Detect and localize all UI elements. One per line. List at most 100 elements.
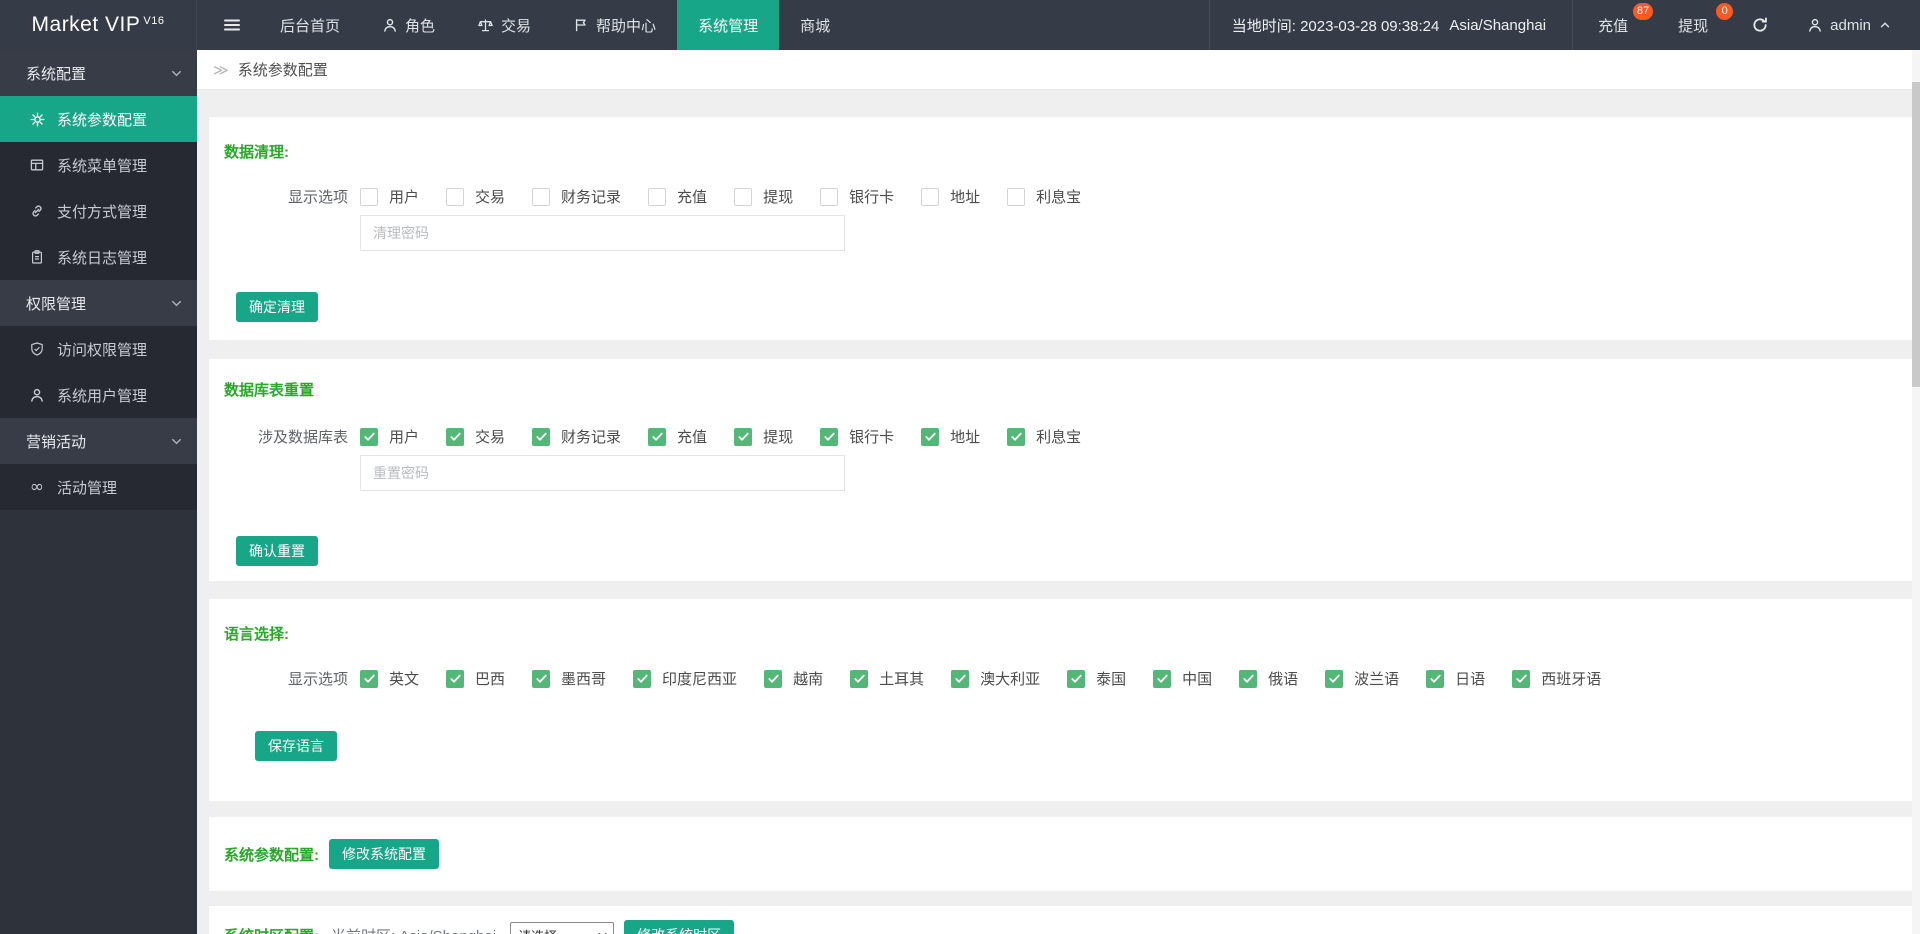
checkbox-unchecked[interactable] — [360, 187, 378, 206]
checkbox-checked[interactable] — [1512, 669, 1531, 688]
checkbox-label: 巴西 — [475, 671, 506, 688]
checkbox-checked[interactable] — [1426, 669, 1445, 688]
checkbox-checked[interactable] — [921, 427, 940, 446]
checkbox-option-波兰语[interactable]: 波兰语 — [1325, 668, 1399, 689]
save-language-button[interactable]: 保存语言 — [255, 731, 337, 761]
checkbox-checked[interactable] — [360, 669, 378, 688]
checkbox-option-澳大利亚[interactable]: 澳大利亚 — [951, 668, 1040, 689]
checkbox-unchecked[interactable] — [921, 187, 940, 206]
checkbox-unchecked[interactable] — [820, 187, 839, 206]
checkbox-option-墨西哥[interactable]: 墨西哥 — [532, 668, 606, 689]
sidebar-item-label: 支付方式管理 — [57, 203, 148, 221]
checkbox-option-用户[interactable]: 用户 — [360, 186, 419, 207]
confirm-reset-button[interactable]: 确认重置 — [236, 536, 318, 566]
checkbox-checked[interactable] — [1325, 669, 1344, 688]
user-menu[interactable]: admin — [1787, 17, 1920, 34]
checkbox-checked[interactable] — [648, 427, 667, 446]
checkbox-option-地址[interactable]: 地址 — [921, 426, 980, 447]
checkbox-option-交易[interactable]: 交易 — [446, 186, 505, 207]
withdraw-link[interactable]: 提现 0 — [1653, 0, 1734, 50]
nav-item-交易[interactable]: 交易 — [456, 0, 552, 50]
checkbox-checked[interactable] — [1153, 669, 1172, 688]
checkbox-checked[interactable] — [1067, 669, 1086, 688]
sidebar-toggle-button[interactable] — [217, 0, 247, 50]
checkbox-option-银行卡[interactable]: 银行卡 — [820, 186, 894, 207]
checkbox-option-越南[interactable]: 越南 — [764, 668, 823, 689]
nav-item-label: 角色 — [405, 17, 436, 35]
checkbox-option-中国[interactable]: 中国 — [1153, 668, 1212, 689]
checkbox-unchecked[interactable] — [648, 187, 667, 206]
clean-password-input[interactable] — [360, 215, 845, 251]
scrollbar-thumb[interactable] — [1912, 82, 1920, 387]
sidebar-item-系统日志管理[interactable]: 系统日志管理 — [0, 234, 197, 280]
checkbox-checked[interactable] — [532, 669, 551, 688]
caret-up-icon — [1878, 18, 1892, 32]
checkbox-unchecked[interactable] — [532, 187, 551, 206]
checkbox-option-交易[interactable]: 交易 — [446, 426, 505, 447]
checkbox-checked[interactable] — [532, 427, 551, 446]
checkbox-unchecked[interactable] — [446, 187, 465, 206]
checkbox-option-地址[interactable]: 地址 — [921, 186, 980, 207]
sidebar-item-活动管理[interactable]: ∞ 活动管理 — [0, 464, 197, 510]
checkbox-option-日语[interactable]: 日语 — [1426, 668, 1485, 689]
nav-item-后台首页[interactable]: 后台首页 — [259, 0, 361, 50]
checkbox-option-银行卡[interactable]: 银行卡 — [820, 426, 894, 447]
checkbox-option-用户[interactable]: 用户 — [360, 426, 419, 447]
checkbox-unchecked[interactable] — [734, 187, 753, 206]
checkbox-option-土耳其[interactable]: 土耳其 — [850, 668, 924, 689]
app-logo[interactable]: Market VIP V16 — [0, 0, 197, 50]
checkbox-option-俄语[interactable]: 俄语 — [1239, 668, 1298, 689]
sidebar-item-访问权限管理[interactable]: 访问权限管理 — [0, 326, 197, 372]
checkbox-checked[interactable] — [446, 669, 465, 688]
sidebar-item-系统用户管理[interactable]: 系统用户管理 — [0, 372, 197, 418]
checkbox-option-提现[interactable]: 提现 — [734, 186, 793, 207]
nav-item-帮助中心[interactable]: 帮助中心 — [552, 0, 677, 50]
sidebar-section-label: 权限管理 — [26, 295, 87, 313]
checkbox-checked[interactable] — [1239, 669, 1258, 688]
checkbox-unchecked[interactable] — [1007, 187, 1026, 206]
nav-item-商城[interactable]: 商城 — [779, 0, 851, 50]
timezone-select[interactable]: 请选择 — [510, 921, 615, 934]
sidebar-item-系统参数配置[interactable]: 系统参数配置 — [0, 96, 197, 142]
checkbox-option-提现[interactable]: 提现 — [734, 426, 793, 447]
modify-timezone-button[interactable]: 修改系统时区 — [624, 920, 735, 934]
sidebar-item-支付方式管理[interactable]: 支付方式管理 — [0, 188, 197, 234]
checkbox-option-英文[interactable]: 英文 — [360, 668, 419, 689]
sidebar-section-营销活动[interactable]: 营销活动 — [0, 418, 197, 464]
scales-icon — [477, 17, 494, 34]
checkbox-option-利息宝[interactable]: 利息宝 — [1007, 426, 1081, 447]
checkbox-checked[interactable] — [360, 427, 378, 446]
confirm-clean-button[interactable]: 确定清理 — [236, 292, 318, 322]
checkbox-option-泰国[interactable]: 泰国 — [1067, 668, 1126, 689]
sidebar-section-label: 营销活动 — [26, 433, 87, 451]
checkbox-label: 提现 — [763, 189, 794, 206]
checkbox-option-财务记录[interactable]: 财务记录 — [532, 426, 621, 447]
refresh-button[interactable] — [1733, 16, 1787, 34]
checkbox-checked[interactable] — [446, 427, 465, 446]
checkbox-option-充值[interactable]: 充值 — [648, 426, 707, 447]
nav-item-系统管理[interactable]: 系统管理 — [677, 0, 780, 50]
nav-item-角色[interactable]: 角色 — [361, 0, 456, 50]
sidebar-item-系统菜单管理[interactable]: 系统菜单管理 — [0, 142, 197, 188]
checkbox-checked[interactable] — [951, 669, 970, 688]
recharge-link[interactable]: 充值 87 — [1573, 0, 1654, 50]
checkbox-checked[interactable] — [633, 669, 652, 688]
checkbox-option-印度尼西亚[interactable]: 印度尼西亚 — [633, 668, 737, 689]
page-scrollbar[interactable] — [1912, 50, 1920, 934]
checkbox-checked[interactable] — [850, 669, 869, 688]
modify-system-config-button[interactable]: 修改系统配置 — [329, 839, 439, 869]
checkbox-checked[interactable] — [764, 669, 783, 688]
checkbox-option-巴西[interactable]: 巴西 — [446, 668, 505, 689]
checkbox-label: 越南 — [793, 671, 824, 688]
checkbox-option-充值[interactable]: 充值 — [648, 186, 707, 207]
checkbox-checked[interactable] — [1007, 427, 1026, 446]
checkbox-option-财务记录[interactable]: 财务记录 — [532, 186, 621, 207]
checkbox-checked[interactable] — [820, 427, 839, 446]
reset-password-input[interactable] — [360, 455, 845, 491]
sidebar-section-权限管理[interactable]: 权限管理 — [0, 280, 197, 326]
checkbox-option-利息宝[interactable]: 利息宝 — [1007, 186, 1081, 207]
checkbox-checked[interactable] — [734, 427, 753, 446]
checkbox-option-西班牙语[interactable]: 西班牙语 — [1512, 668, 1601, 689]
sidebar: 系统配置 系统参数配置 系统菜单管理支付方式管理系统日志管理权限管理访问权限管理 系统… — [0, 50, 197, 934]
sidebar-section-系统配置[interactable]: 系统配置 — [0, 50, 197, 96]
